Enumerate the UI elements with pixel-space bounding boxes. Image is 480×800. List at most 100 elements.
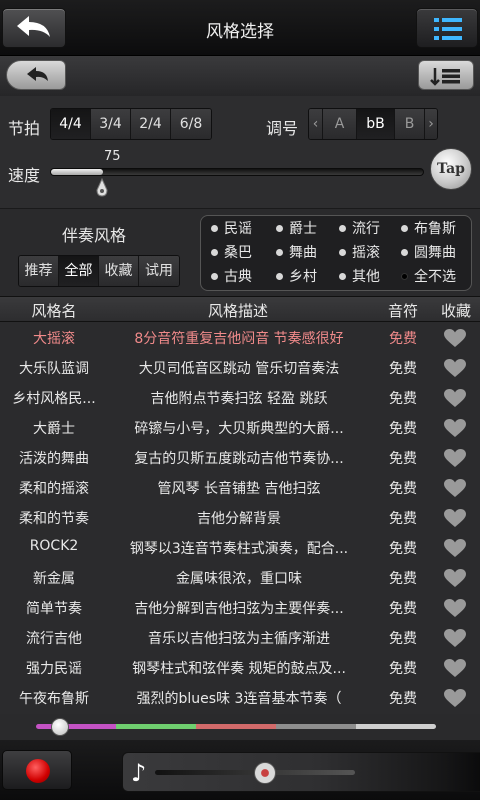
key-prev-button[interactable]: ‹ bbox=[309, 109, 323, 139]
key-label: 调号 bbox=[266, 119, 299, 138]
genre-blues[interactable]: 布鲁斯 bbox=[401, 218, 456, 240]
heart-icon[interactable] bbox=[443, 448, 467, 468]
row-style-desc: 吉他分解到吉他扫弦为主要伴奏... bbox=[134, 601, 344, 617]
bottom-bar: ♪ bbox=[0, 740, 480, 800]
table-row[interactable]: 乡村风格民... 吉他附点节奏扫弦 轻盈 跳跃 免费 bbox=[0, 382, 480, 412]
record-button[interactable] bbox=[2, 750, 72, 790]
back-arrow-icon bbox=[17, 16, 50, 37]
header-style-desc: 风格描述 bbox=[207, 302, 268, 320]
filter-all[interactable]: 全部 bbox=[59, 256, 99, 286]
table-row[interactable]: 大爵士 碎镲与小号，大贝斯典型的大爵... 免费 bbox=[0, 412, 480, 442]
heart-icon[interactable] bbox=[443, 418, 467, 438]
table-row[interactable]: 强力民谣 钢琴柱式和弦伴奏 规矩的鼓点及... 免费 bbox=[0, 652, 480, 682]
page-title: 风格选择 bbox=[206, 22, 274, 42]
tempo-slider[interactable] bbox=[50, 168, 424, 176]
sort-button[interactable] bbox=[418, 60, 474, 90]
key-option-bb[interactable]: bB bbox=[357, 109, 395, 139]
table-row[interactable]: 大摇滚 8分音符重复吉他闷音 节奏感很好 免费 bbox=[0, 322, 480, 352]
heart-icon[interactable] bbox=[443, 538, 467, 558]
menu-button[interactable] bbox=[416, 8, 478, 48]
genre-dot-icon bbox=[276, 248, 283, 256]
heart-icon[interactable] bbox=[443, 658, 467, 678]
row-price: 免费 bbox=[389, 541, 417, 557]
genre-pop[interactable]: 流行 bbox=[339, 218, 380, 240]
row-style-name: 流行吉他 bbox=[26, 631, 82, 647]
genre-rock[interactable]: 摇滚 bbox=[339, 242, 380, 264]
table-row[interactable]: 新金属 金属味很浓，重口味 免费 bbox=[0, 562, 480, 592]
row-price: 免费 bbox=[389, 451, 417, 467]
row-style-desc: 管风琴 长音铺垫 吉他扫弦 bbox=[157, 481, 321, 497]
beat-option-4-4[interactable]: 4/4 bbox=[51, 109, 91, 139]
progress-knob[interactable] bbox=[51, 718, 69, 736]
row-style-desc: 8分音符重复吉他闷音 节奏感很好 bbox=[134, 331, 344, 347]
heart-icon[interactable] bbox=[443, 628, 467, 648]
table-row[interactable]: 活泼的舞曲 复古的贝斯五度跳动吉他节奏协... 免费 bbox=[0, 442, 480, 472]
key-option-a[interactable]: A bbox=[323, 109, 357, 139]
genre-waltz[interactable]: 圆舞曲 bbox=[401, 242, 456, 264]
heart-icon[interactable] bbox=[443, 598, 467, 618]
filter-trial[interactable]: 试用 bbox=[139, 256, 179, 286]
filter-recommended[interactable]: 推荐 bbox=[19, 256, 59, 286]
progress-bar bbox=[0, 714, 480, 740]
sort-list-icon bbox=[430, 68, 460, 86]
row-style-name: 大爵士 bbox=[33, 421, 75, 437]
row-style-desc: 金属味很浓，重口味 bbox=[176, 571, 302, 587]
table-row[interactable]: 大乐队蓝调 大贝司低音区跳动 管乐切音奏法 免费 bbox=[0, 352, 480, 382]
tempo-value: 75 bbox=[104, 149, 121, 164]
style-title: 伴奏风格 bbox=[62, 226, 127, 245]
header-style-name: 风格名 bbox=[31, 302, 77, 320]
table-row[interactable]: 流行吉他 音乐以吉他扫弦为主循序渐进 免费 bbox=[0, 622, 480, 652]
table-row[interactable]: 午夜布鲁斯 强烈的blues味 3连音基本节奏（ 免费 bbox=[0, 682, 480, 712]
heart-icon[interactable] bbox=[443, 688, 467, 708]
row-style-name: 新金属 bbox=[33, 571, 75, 587]
row-style-desc: 钢琴柱式和弦伴奏 规矩的鼓点及... bbox=[132, 661, 346, 677]
key-option-b[interactable]: B bbox=[395, 109, 425, 139]
heart-icon[interactable] bbox=[443, 358, 467, 378]
row-price: 免费 bbox=[389, 571, 417, 587]
table-row[interactable]: ROCK2 钢琴以3连音节奏柱式演奏，配合... 免费 bbox=[0, 532, 480, 562]
row-style-name: 乡村风格民... bbox=[12, 391, 96, 407]
row-style-desc: 钢琴以3连音节奏柱式演奏，配合... bbox=[129, 541, 349, 557]
genre-samba[interactable]: 桑巴 bbox=[211, 242, 252, 264]
key-next-button[interactable]: › bbox=[425, 109, 437, 139]
genre-jazz[interactable]: 爵士 bbox=[276, 218, 317, 240]
beat-option-6-8[interactable]: 6/8 bbox=[171, 109, 211, 139]
record-icon bbox=[26, 759, 50, 783]
music-note-icon: ♪ bbox=[131, 759, 147, 787]
genre-classical[interactable]: 古典 bbox=[211, 266, 252, 288]
row-price: 免费 bbox=[389, 511, 417, 527]
sub-toolbar bbox=[0, 56, 480, 96]
row-price: 免费 bbox=[389, 601, 417, 617]
table-row[interactable]: 柔和的节奏 吉他分解背景 免费 bbox=[0, 502, 480, 532]
volume-knob[interactable] bbox=[254, 762, 276, 784]
heart-icon[interactable] bbox=[443, 478, 467, 498]
genre-deselect-all[interactable]: 全不选 bbox=[401, 266, 456, 288]
beat-option-2-4[interactable]: 2/4 bbox=[131, 109, 171, 139]
progress-track[interactable] bbox=[36, 724, 436, 729]
genre-dot-icon bbox=[276, 224, 283, 232]
genre-country[interactable]: 乡村 bbox=[276, 266, 317, 288]
heart-icon[interactable] bbox=[443, 328, 467, 348]
settings-panel: 节拍 4/4 3/4 2/4 6/8 调号 ‹ A bB B › 速度 75 T… bbox=[0, 96, 480, 208]
filter-favorites[interactable]: 收藏 bbox=[99, 256, 139, 286]
genre-dance[interactable]: 舞曲 bbox=[276, 242, 317, 264]
genre-folk[interactable]: 民谣 bbox=[211, 218, 252, 240]
beat-label: 节拍 bbox=[8, 119, 41, 138]
row-price: 免费 bbox=[389, 691, 417, 707]
undo-button[interactable] bbox=[6, 60, 66, 90]
back-button[interactable] bbox=[2, 8, 66, 48]
heart-icon[interactable] bbox=[443, 508, 467, 528]
tap-button[interactable]: Tap bbox=[430, 148, 472, 190]
tempo-slider-thumb[interactable] bbox=[95, 178, 109, 198]
row-price: 免费 bbox=[389, 481, 417, 497]
list-menu-icon bbox=[434, 18, 462, 40]
heart-icon[interactable] bbox=[443, 388, 467, 408]
row-style-desc: 碎镲与小号，大贝斯典型的大爵... bbox=[134, 421, 344, 437]
beat-option-3-4[interactable]: 3/4 bbox=[91, 109, 131, 139]
row-style-name: 大摇滚 bbox=[33, 331, 75, 347]
table-row[interactable]: 简单节奏 吉他分解到吉他扫弦为主要伴奏... 免费 bbox=[0, 592, 480, 622]
table-row[interactable]: 柔和的摇滚 管风琴 长音铺垫 吉他扫弦 免费 bbox=[0, 472, 480, 502]
genre-other[interactable]: 其他 bbox=[339, 266, 380, 288]
heart-icon[interactable] bbox=[443, 568, 467, 588]
style-filter-panel: 伴奏风格 推荐 全部 收藏 试用 民谣 爵士 流行 布鲁斯 桑巴 舞曲 摇滚 圆… bbox=[0, 208, 480, 296]
